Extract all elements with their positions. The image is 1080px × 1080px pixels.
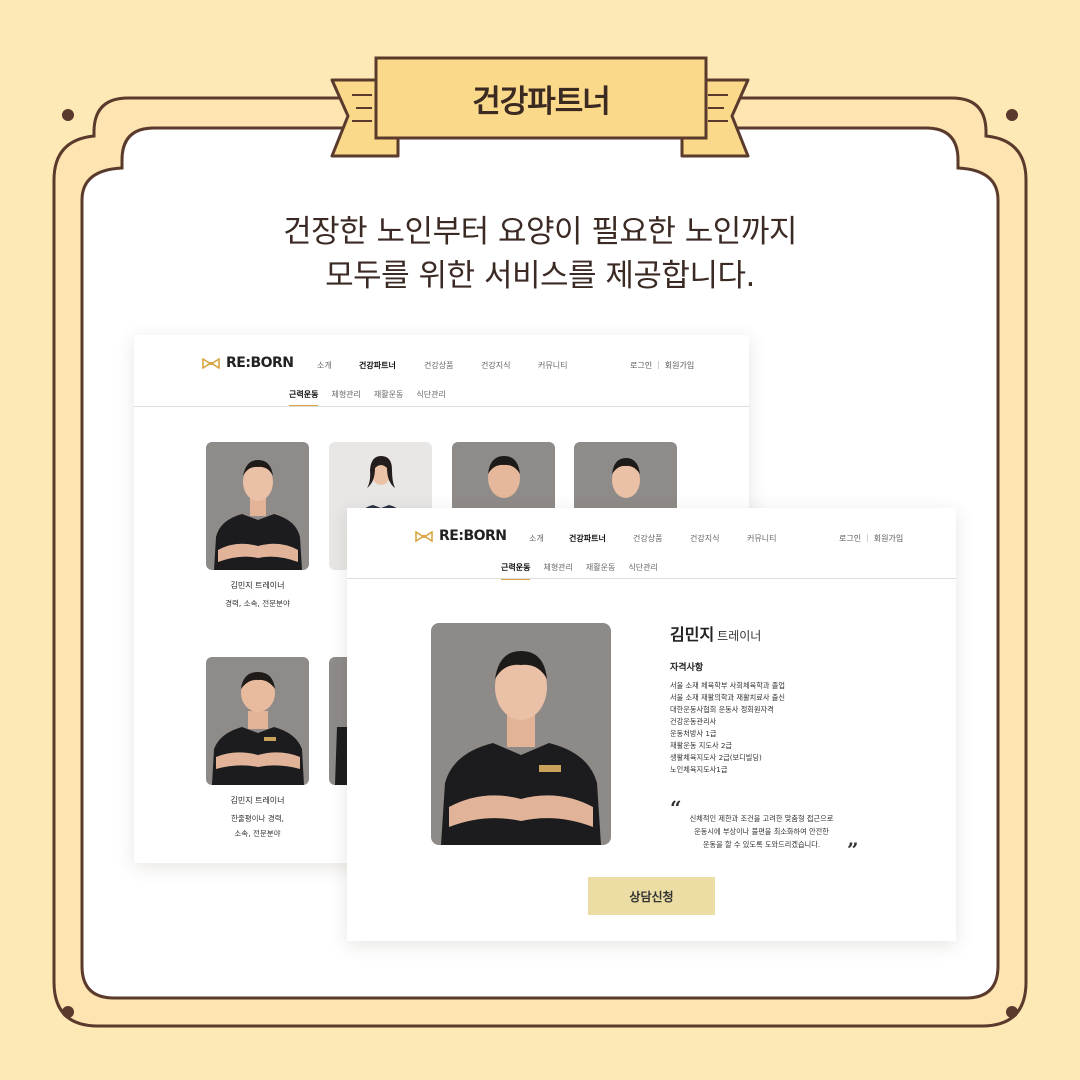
logo-text: RE:BORN	[226, 355, 294, 371]
trainer-name: 김민지	[670, 625, 715, 644]
banner-title: 건강파트너	[472, 83, 611, 120]
qualification-item: 노인체육지도사1급	[670, 765, 728, 774]
trainer-detail-photo	[431, 623, 611, 845]
subnav-diet[interactable]: 식단관리	[416, 389, 445, 407]
subnav-rehab[interactable]: 재활운동	[374, 389, 403, 407]
qualification-item: 재활운동 지도사 2급	[670, 741, 733, 750]
logo-text: RE:BORN	[439, 528, 507, 544]
menu-item-health-knowledge[interactable]: 건강지식	[481, 360, 538, 371]
trainer-role: 트레이너	[717, 629, 762, 643]
menu-item-community[interactable]: 커뮤니티	[538, 360, 567, 371]
main-menu: 소개 건강파트너 건강상품 건강지식 커뮤니티	[529, 533, 776, 544]
trainer-desc-line: 소속, 전문분야	[234, 829, 281, 838]
qualification-item: 운동처방사 1급	[670, 729, 717, 738]
qualification-item: 생활체육지도사 2급(보디빌딩)	[670, 753, 762, 762]
signup-link[interactable]: 회원가입	[874, 533, 903, 544]
trainer-name-heading: 김민지 트레이너	[670, 621, 761, 645]
qualifications-title: 자격사항	[670, 663, 704, 673]
menu-item-about[interactable]: 소개	[317, 360, 359, 371]
bowtie-logo-icon	[415, 530, 433, 542]
signup-link[interactable]: 회원가입	[665, 360, 694, 371]
trainer-name: 김민지 트레이너	[230, 581, 285, 590]
menu-item-health-products[interactable]: 건강상품	[633, 533, 690, 544]
consultation-button[interactable]: 상담신청	[588, 877, 715, 915]
site-header: RE:BORN 소개 건강파트너 건강상품 건강지식 커뮤니티 로그인 | 회원…	[134, 335, 749, 383]
corner-dot-icon	[1006, 1006, 1018, 1018]
sub-navigation: 근력운동 체형관리 재활운동 식단관리	[289, 389, 446, 407]
auth-links: 로그인 | 회원가입	[630, 360, 694, 371]
trainer-photo[interactable]	[206, 442, 309, 570]
quote-close-icon: ”	[847, 838, 859, 862]
trainer-desc: 한줄평이나 경력, 소속, 전문분야	[206, 811, 309, 841]
quote-line: 신체적인 제한과 조건을 고려한 맞춤형 접근으로	[689, 814, 834, 823]
headline-line: 건장한 노인부터 요양이 필요한 노인까지	[283, 214, 797, 250]
trainer-quote: 신체적인 제한과 조건을 고려한 맞춤형 접근으로 운동시에 부상이나 불편을 …	[669, 812, 854, 851]
login-link[interactable]: 로그인	[630, 360, 652, 371]
headline: 건장한 노인부터 요양이 필요한 노인까지 모두를 위한 서비스를 제공합니다.	[0, 210, 1080, 298]
quote-line: 운동을 할 수 있도록 도와드리겠습니다.	[702, 840, 821, 849]
corner-dot-icon	[1006, 109, 1018, 121]
corner-dot-icon	[62, 109, 74, 121]
menu-item-health-partner[interactable]: 건강파트너	[569, 533, 633, 544]
menu-item-about[interactable]: 소개	[529, 533, 569, 544]
trainer-portrait-icon	[214, 460, 302, 570]
qualification-item: 서울 소재 재활의학과 재활치료사 출신	[670, 693, 785, 702]
corner-dot-icon	[62, 1006, 74, 1018]
divider: |	[866, 533, 869, 542]
headline-line: 모두를 위한 서비스를 제공합니다.	[325, 258, 755, 294]
trainer-portrait-icon	[441, 651, 601, 845]
divider: |	[657, 360, 660, 369]
subnav-strength[interactable]: 근력운동	[289, 389, 319, 407]
trainer-detail-screenshot: RE:BORN 소개 건강파트너 건강상품 건강지식 커뮤니티 로그인 | 회원…	[347, 508, 956, 941]
quote-line: 운동시에 부상이나 불편을 최소화하여 안전한	[694, 827, 829, 836]
menu-item-health-partner[interactable]: 건강파트너	[359, 360, 424, 371]
bowtie-logo-icon	[202, 357, 220, 369]
site-logo[interactable]: RE:BORN	[415, 528, 507, 544]
site-logo[interactable]: RE:BORN	[202, 355, 294, 371]
main-menu: 소개 건강파트너 건강상품 건강지식 커뮤니티	[317, 360, 567, 371]
qualification-item: 서울 소재 체육학부 사회체육학과 졸업	[670, 681, 785, 690]
trainer-photo[interactable]	[206, 657, 309, 785]
subnav-divider	[347, 578, 956, 579]
menu-item-health-products[interactable]: 건강상품	[424, 360, 481, 371]
menu-item-community[interactable]: 커뮤니티	[747, 533, 776, 544]
menu-item-health-knowledge[interactable]: 건강지식	[690, 533, 747, 544]
qualifications-list: 서울 소재 체육학부 사회체육학과 졸업 서울 소재 재활의학과 재활치료사 출…	[670, 680, 785, 776]
auth-links: 로그인 | 회원가입	[839, 533, 903, 544]
login-link[interactable]: 로그인	[839, 533, 861, 544]
site-header: RE:BORN 소개 건강파트너 건강상품 건강지식 커뮤니티 로그인 | 회원…	[347, 508, 956, 556]
trainer-desc-line: 한줄평이나 경력,	[230, 814, 285, 823]
trainer-desc: 경력, 소속, 전문분야	[206, 596, 309, 611]
subnav-posture[interactable]: 체형관리	[331, 389, 360, 407]
trainer-portrait-icon	[212, 672, 304, 785]
qualification-item: 대한운동사협회 운동사 정회원자격	[670, 705, 774, 714]
qualification-item: 건강운동관리사	[670, 717, 717, 726]
subnav-divider	[134, 406, 749, 407]
trainer-name: 김민지 트레이너	[230, 796, 285, 805]
trainer-desc-line: 경력, 소속, 전문분야	[225, 599, 290, 608]
